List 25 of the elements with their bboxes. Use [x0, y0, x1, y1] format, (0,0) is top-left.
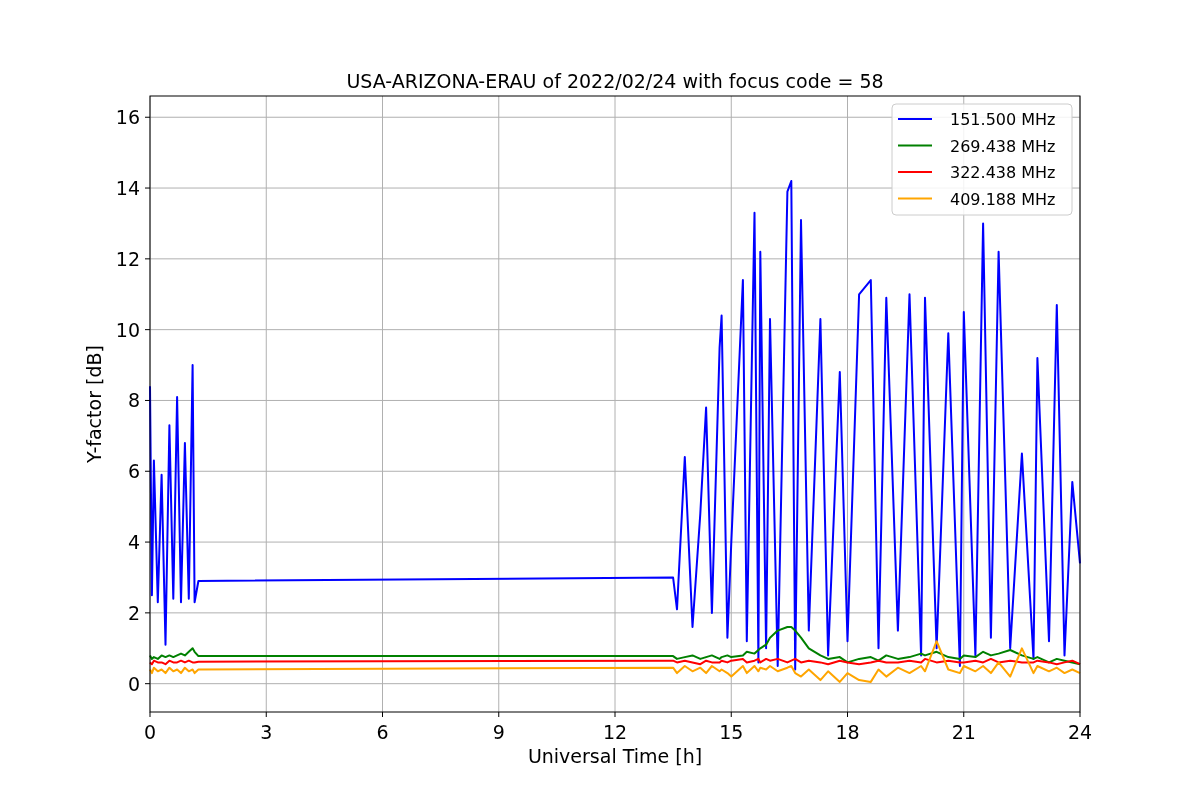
legend-label: 409.188 MHz — [950, 189, 1056, 209]
axis-tick-label: 15 — [719, 721, 744, 743]
legend-label: 322.438 MHz — [950, 163, 1056, 182]
y-axis-label: Y-factor [dB] — [83, 345, 105, 463]
axis-tick-label: 6 — [376, 721, 389, 743]
x-axis-label: Universal Time [h] — [527, 745, 703, 767]
axis-tick-label: 10 — [115, 318, 140, 341]
axis-tick-label: 6 — [127, 460, 140, 483]
axis-tick-label: 3 — [260, 721, 273, 743]
axis-tick-label: 14 — [115, 177, 140, 200]
axis-tick-label: 8 — [127, 389, 140, 412]
chart-title: USA-ARIZONA-ERAU of 2022/02/24 with focus code = 58 — [346, 70, 884, 92]
axis-tick-label: 24 — [1067, 721, 1093, 743]
axis-tick-label: 2 — [127, 601, 140, 624]
legend-label: 151.500 MHz — [950, 110, 1056, 129]
axis-tick-label: 12 — [602, 721, 628, 743]
legend-label: 269.438 MHz — [950, 136, 1056, 156]
axis-tick-label: 18 — [835, 721, 860, 743]
axis-tick-label: 0 — [143, 721, 157, 743]
axis-tick-label: 4 — [127, 531, 140, 554]
axis-tick-label: 9 — [492, 721, 505, 743]
axis-tick-label: 16 — [115, 106, 140, 129]
axis-tick-label: 0 — [127, 672, 140, 695]
axis-tick-label: 21 — [951, 721, 976, 743]
axis-tick-label: 12 — [115, 247, 140, 270]
